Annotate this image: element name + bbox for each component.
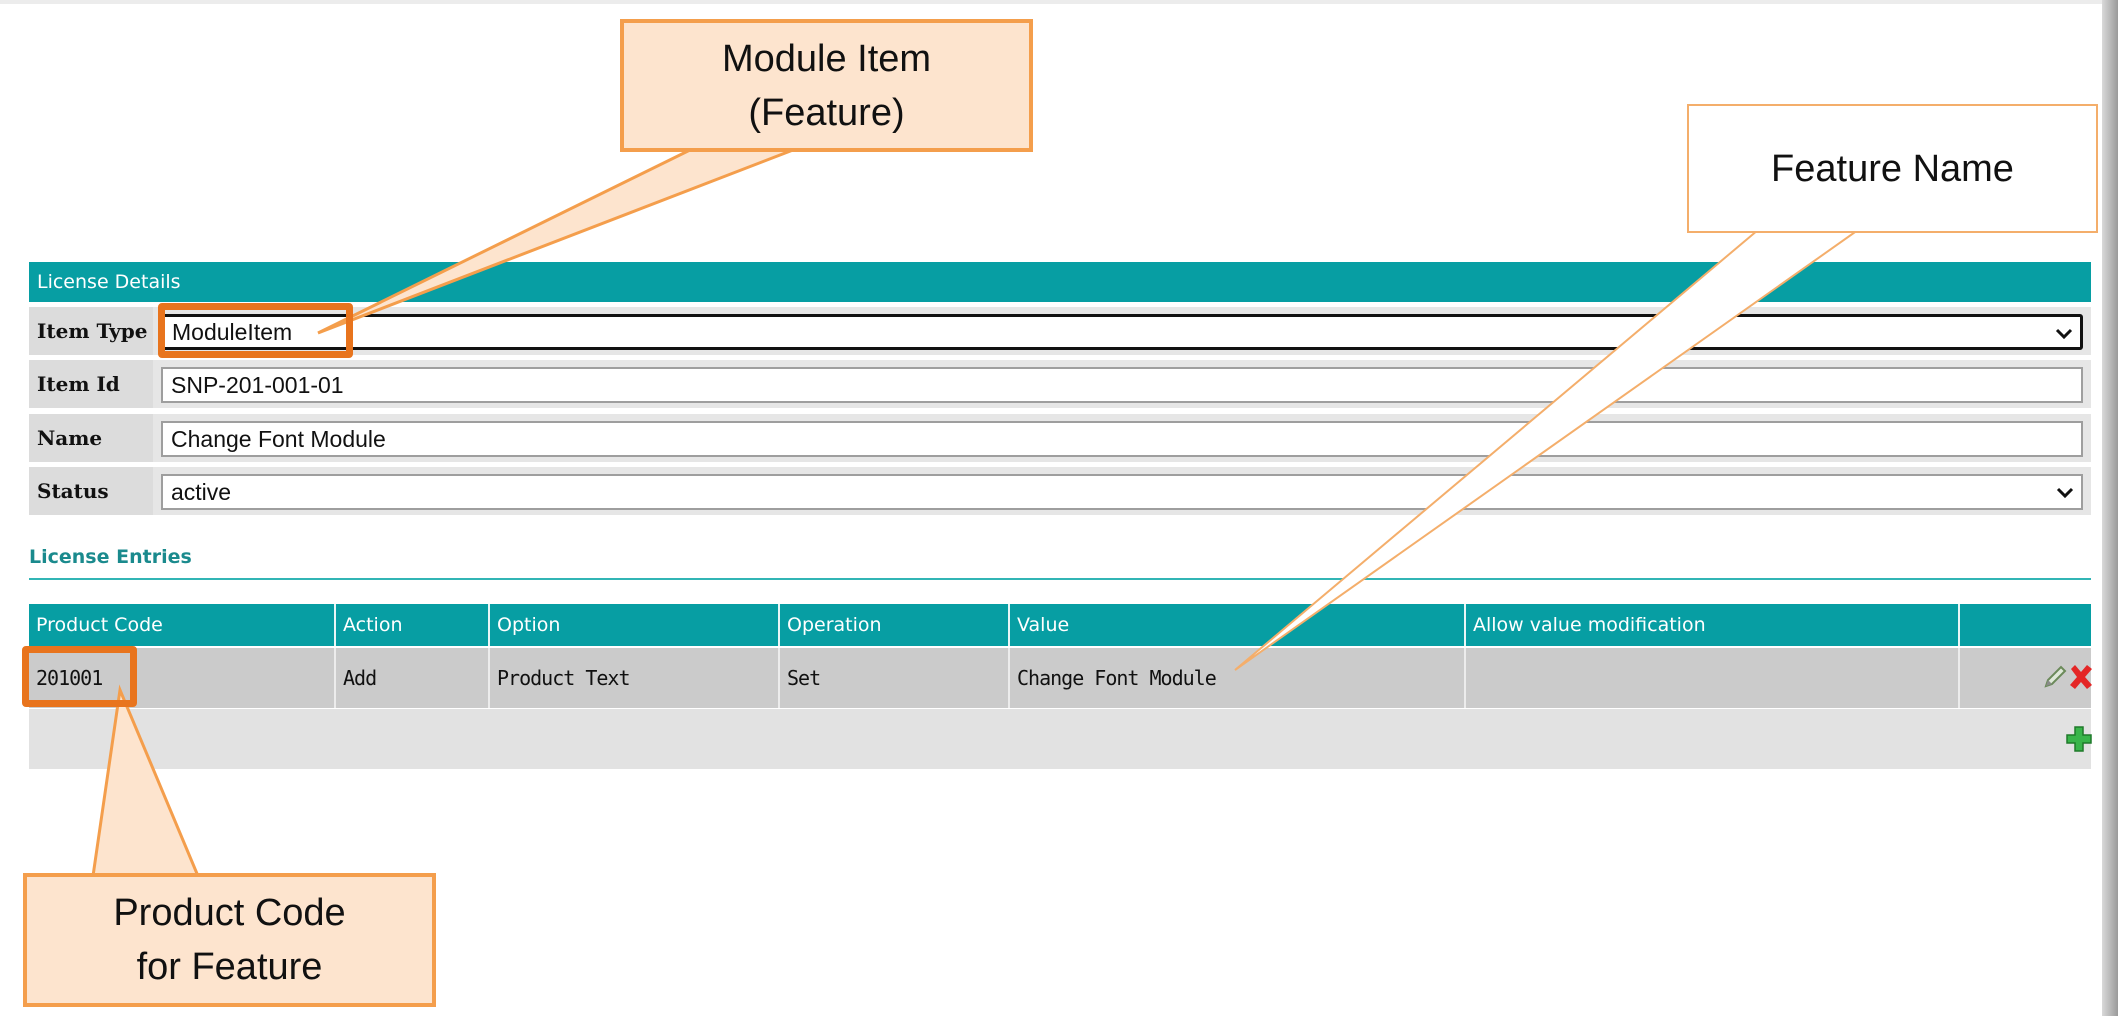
cell-action: Add [336,648,490,708]
chevron-down-icon [2056,487,2074,499]
table-row[interactable]: 201001 Add Product Text Set Change Font … [29,648,2092,708]
col-action[interactable]: Action [336,604,490,646]
status-row: Status active [29,467,2091,515]
license-details-header: License Details [29,262,2091,302]
col-product-code[interactable]: Product Code [29,604,336,646]
module-item-callout-line2: (Feature) [748,91,905,134]
module-item-callout: Module Item (Feature) [620,19,1033,152]
item-id-label: Item Id [29,360,153,408]
plus-icon[interactable] [2064,724,2094,754]
col-operation[interactable]: Operation [780,604,1010,646]
table-footer-row [29,709,2094,769]
chevron-down-icon [2055,328,2073,340]
cell-row-actions [1960,648,2092,708]
item-id-input[interactable]: SNP-201-001-01 [161,367,2083,403]
license-entries-title: License Entries [29,546,192,568]
module-item-pointer [317,148,794,335]
screen: License Details Item Type ModuleItem Ite… [0,0,2118,1016]
status-label: Status [29,467,153,515]
col-allow-value-modification[interactable]: Allow value modification [1466,604,1960,646]
table-header-row: Product Code Action Option Operation Val… [29,604,2091,646]
name-row: Name Change Font Module [29,414,2091,462]
cell-allow-value-modification [1466,648,1960,708]
item-id-value: SNP-201-001-01 [171,372,344,398]
col-value[interactable]: Value [1010,604,1466,646]
license-entries-divider [29,578,2091,580]
col-actions [1960,604,2091,646]
item-id-row: Item Id SNP-201-001-01 [29,360,2091,408]
product-code-callout: Product Code for Feature [23,873,436,1007]
cell-operation: Set [780,648,1010,708]
product-code-highlight [22,646,137,707]
product-code-callout-line2: for Feature [136,946,323,988]
cell-option: Product Text [490,648,780,708]
feature-name-callout-text: Feature Name [1771,147,2014,190]
module-item-callout-line1: Module Item [721,37,932,80]
item-type-label: Item Type [29,307,153,355]
close-icon[interactable] [2066,662,2096,692]
cell-value: Change Font Module [1010,648,1466,708]
item-type-select[interactable]: ModuleItem [161,314,2083,350]
license-details-panel: License Details Item Type ModuleItem Ite… [29,262,2091,515]
page-shadow [2102,0,2118,1016]
status-value: active [171,479,232,505]
name-input[interactable]: Change Font Module [161,421,2083,457]
product-code-callout-line1: Product Code [113,892,346,934]
col-option[interactable]: Option [490,604,780,646]
top-border [0,0,2104,4]
name-value: Change Font Module [171,426,386,452]
status-select[interactable]: active [161,474,2083,510]
feature-name-callout: Feature Name [1687,104,2098,233]
name-label: Name [29,414,153,462]
item-type-highlight [158,303,353,358]
